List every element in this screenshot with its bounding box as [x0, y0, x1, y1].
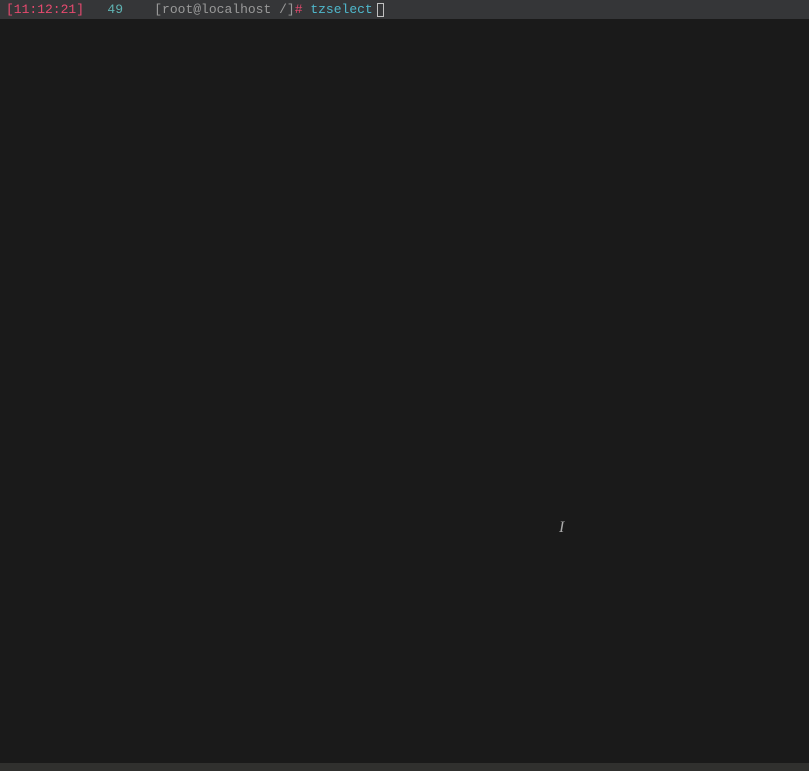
terminal-window[interactable]: [11:12:21] 49 [root@localhost /]# tzsele… — [0, 0, 809, 771]
spacer — [123, 2, 154, 17]
terminal-body[interactable] — [0, 19, 809, 763]
block-cursor-icon — [377, 3, 384, 17]
history-number: 49 — [107, 2, 123, 17]
prompt-hash: # — [295, 2, 303, 17]
spacer — [303, 2, 311, 17]
prompt-line: [11:12:21] 49 [root@localhost /]# tzsele… — [0, 0, 809, 19]
spacer — [84, 2, 107, 17]
command-input[interactable]: tzselect — [310, 2, 372, 17]
text-cursor-icon — [559, 519, 561, 535]
timestamp: [11:12:21] — [6, 2, 84, 17]
user-host-path: [root@localhost /] — [154, 2, 294, 17]
bottom-bar — [0, 763, 809, 771]
